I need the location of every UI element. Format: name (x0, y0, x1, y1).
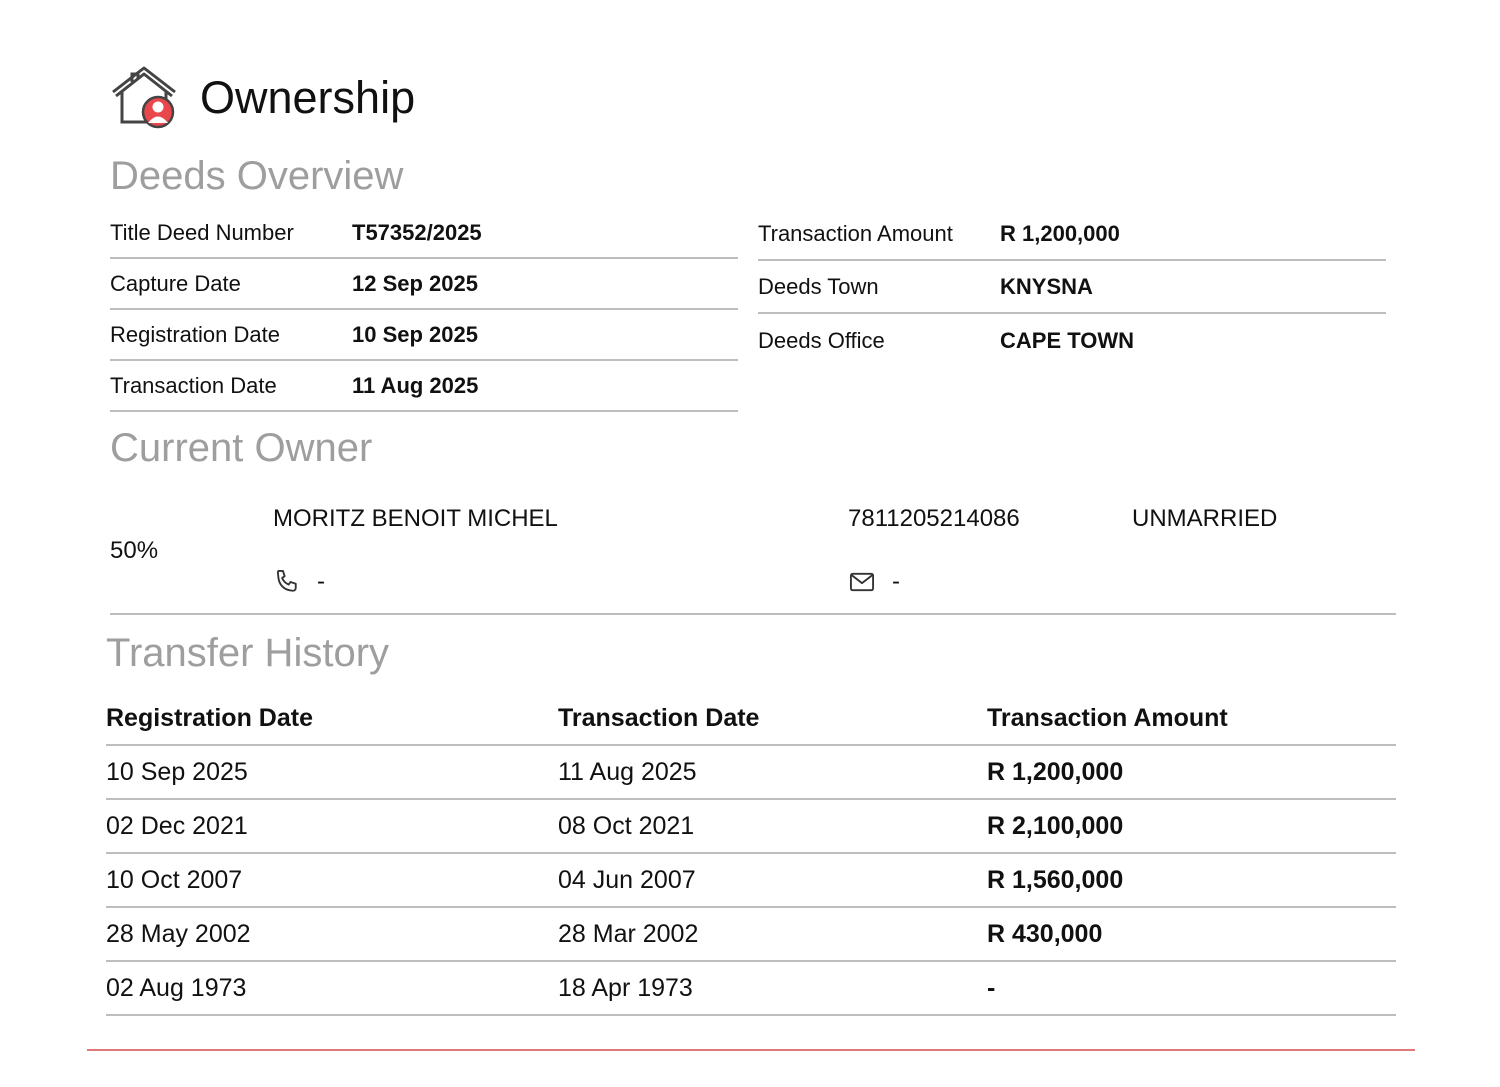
transaction-amount-cell: R 1,200,000 (987, 745, 1396, 800)
owner-phone-value: - (317, 568, 325, 595)
transaction-amount-cell: R 2,100,000 (987, 799, 1396, 854)
table-row: 02 Aug 1973 18 Apr 1973 - (106, 961, 1396, 1016)
transaction-amount: R 1,200,000 (1000, 220, 1120, 246)
field-label: Deeds Office (758, 327, 885, 353)
phone-icon (276, 569, 297, 592)
deeds-overview-right: Transaction Amount R 1,200,000 Deeds Tow… (758, 208, 1386, 367)
title-deed-number: T57352/2025 (352, 219, 482, 245)
table-row: 28 May 2002 28 Mar 2002 R 430,000 (106, 907, 1396, 962)
page-title: Ownership (200, 72, 416, 123)
transfer-history-table: Registration Date Transaction Date Trans… (106, 692, 1396, 1016)
field-label: Capture Date (110, 270, 241, 296)
field-label: Deeds Town (758, 273, 879, 299)
overview-row: Capture Date 12 Sep 2025 (110, 259, 738, 310)
transaction-date-cell: 18 Apr 1973 (558, 961, 987, 1016)
footer-divider (87, 1049, 1415, 1051)
field-label: Registration Date (110, 321, 280, 347)
owner-name: MORITZ BENOIT MICHEL (273, 505, 558, 532)
overview-row: Deeds Office CAPE TOWN (758, 314, 1386, 367)
column-header: Transaction Amount (987, 692, 1396, 746)
owner-phone: - (273, 568, 325, 596)
overview-row: Deeds Town KNYSNA (758, 261, 1386, 314)
deeds-town: KNYSNA (1000, 273, 1093, 299)
field-label: Transaction Date (110, 372, 277, 398)
house-owner-icon (112, 66, 176, 129)
deeds-overview-left: Title Deed Number T57352/2025 Capture Da… (110, 208, 738, 412)
capture-date: 12 Sep 2025 (352, 270, 478, 296)
registration-date: 10 Sep 2025 (352, 321, 478, 347)
column-header: Registration Date (106, 692, 558, 746)
table-header-row: Registration Date Transaction Date Trans… (106, 692, 1396, 746)
table-row: 10 Oct 2007 04 Jun 2007 R 1,560,000 (106, 853, 1396, 908)
overview-row: Registration Date 10 Sep 2025 (110, 310, 738, 361)
transaction-amount-cell: R 430,000 (987, 907, 1396, 962)
registration-date-cell: 10 Oct 2007 (106, 853, 558, 908)
overview-row: Title Deed Number T57352/2025 (110, 208, 738, 259)
section-title-deeds-overview: Deeds Overview (110, 154, 404, 198)
section-title-current-owner: Current Owner (110, 426, 373, 470)
current-owner-card: 50% MORITZ BENOIT MICHEL 7811205214086 U… (110, 494, 1396, 615)
transaction-date: 11 Aug 2025 (352, 372, 479, 398)
registration-date-cell: 02 Aug 1973 (106, 961, 558, 1016)
mail-icon (849, 572, 875, 592)
section-title-transfer-history: Transfer History (106, 631, 390, 675)
owner-marital-status: UNMARRIED (1132, 505, 1278, 532)
transaction-date-cell: 08 Oct 2021 (558, 799, 987, 854)
table-row: 10 Sep 2025 11 Aug 2025 R 1,200,000 (106, 745, 1396, 800)
transaction-date-cell: 11 Aug 2025 (558, 745, 987, 800)
transaction-date-cell: 04 Jun 2007 (558, 853, 987, 908)
transaction-amount-cell: - (987, 961, 1396, 1016)
registration-date-cell: 02 Dec 2021 (106, 799, 558, 854)
owner-email-value: - (892, 568, 900, 595)
field-label: Transaction Amount (758, 220, 953, 246)
owner-id-number: 7811205214086 (848, 505, 1020, 532)
owner-email: - (848, 568, 900, 596)
overview-row: Transaction Amount R 1,200,000 (758, 208, 1386, 261)
registration-date-cell: 28 May 2002 (106, 907, 558, 962)
deeds-office: CAPE TOWN (1000, 327, 1135, 353)
transaction-amount-cell: R 1,560,000 (987, 853, 1396, 908)
page-header: Ownership (110, 66, 415, 130)
registration-date-cell: 10 Sep 2025 (106, 745, 558, 800)
table-row: 02 Dec 2021 08 Oct 2021 R 2,100,000 (106, 799, 1396, 854)
overview-row: Transaction Date 11 Aug 2025 (110, 361, 738, 412)
transaction-date-cell: 28 Mar 2002 (558, 907, 987, 962)
field-label: Title Deed Number (110, 219, 294, 245)
ownership-share: 50% (110, 537, 159, 564)
column-header: Transaction Date (558, 692, 987, 746)
